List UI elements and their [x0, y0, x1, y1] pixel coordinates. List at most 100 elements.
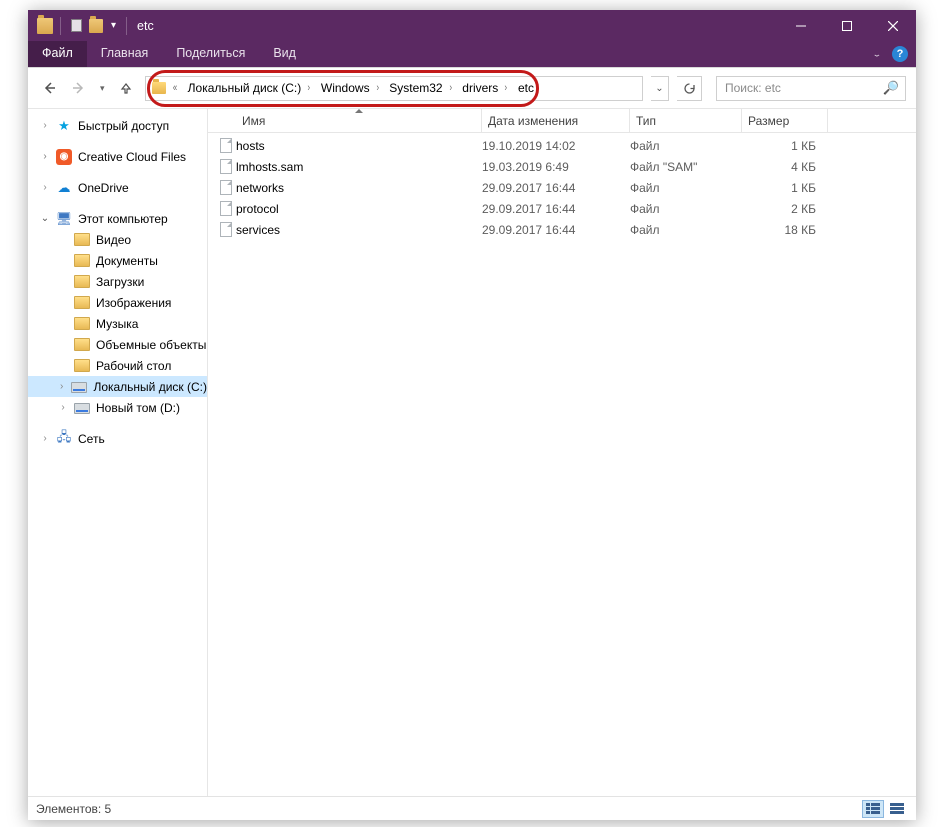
sidebar-item-label: Видео [96, 233, 131, 247]
sidebar-item-3dobjects[interactable]: Объемные объекты [28, 334, 207, 355]
sidebar-item-label: Документы [96, 254, 158, 268]
column-name[interactable]: Имя [236, 109, 482, 132]
view-largeicons-button[interactable] [886, 800, 908, 818]
help-icon[interactable]: ? [892, 46, 908, 62]
up-button[interactable] [115, 77, 137, 99]
chevron-right-icon[interactable]: › [446, 82, 454, 94]
qat-customize-icon[interactable]: ▾ [107, 20, 120, 31]
sidebar-item-label: Creative Cloud Files [78, 150, 186, 164]
breadcrumb-seg-system32[interactable]: System32 [383, 77, 444, 100]
column-label: Размер [748, 114, 789, 128]
view-details-button[interactable] [862, 800, 884, 818]
file-row[interactable]: services29.09.2017 16:44Файл18 КБ [208, 219, 916, 240]
file-rows[interactable]: hosts19.10.2019 14:02Файл1 КБlmhosts.sam… [208, 133, 916, 796]
chevron-right-icon[interactable]: › [502, 82, 510, 94]
breadcrumb-seg-c[interactable]: Локальный диск (C:) [182, 77, 304, 100]
computer-icon: 🖥 [56, 211, 72, 227]
folder-icon [74, 254, 90, 267]
expand-icon[interactable]: › [40, 151, 50, 162]
file-row[interactable]: hosts19.10.2019 14:02Файл1 КБ [208, 135, 916, 156]
file-icon [216, 222, 236, 237]
address-dropdown-icon[interactable]: ⌄ [651, 76, 669, 101]
sidebar-item-label: Новый том (D:) [96, 401, 180, 415]
tab-share[interactable]: Поделиться [162, 41, 259, 67]
qat: ▾ [28, 17, 131, 35]
sidebar-item-documents[interactable]: Документы [28, 250, 207, 271]
sidebar-item-label: Загрузки [96, 275, 144, 289]
folder-icon [74, 296, 90, 309]
sidebar-item-label: Быстрый доступ [78, 119, 169, 133]
sidebar-item-drive-c[interactable]: › Локальный диск (C:) [28, 376, 207, 397]
breadcrumb-overflow-icon[interactable]: « [170, 82, 180, 94]
collapse-ribbon-icon[interactable]: ⌄ [872, 50, 882, 58]
sidebar-item-videos[interactable]: Видео [28, 229, 207, 250]
sidebar-item-onedrive[interactable]: › ☁ OneDrive [28, 177, 207, 198]
breadcrumb-seg-drivers[interactable]: drivers [456, 77, 500, 100]
app-folder-icon[interactable] [36, 17, 54, 35]
breadcrumb-seg-windows[interactable]: Windows [315, 77, 372, 100]
sidebar-item-desktop[interactable]: Рабочий стол [28, 355, 207, 376]
sidebar-item-creativecloud[interactable]: › ◉ Creative Cloud Files [28, 146, 207, 167]
tab-file[interactable]: Файл [28, 41, 87, 67]
expand-icon[interactable]: › [40, 433, 50, 444]
qat-newfolder-icon[interactable] [87, 17, 105, 35]
sidebar-item-label: Этот компьютер [78, 212, 168, 226]
sidebar-item-thispc[interactable]: ⌄ 🖥 Этот компьютер [28, 208, 207, 229]
breadcrumb-seg-etc[interactable]: etc [512, 77, 536, 100]
folder-icon [74, 338, 90, 351]
sidebar-item-drive-d[interactable]: › Новый том (D:) [28, 397, 207, 418]
sort-ascending-icon [355, 109, 363, 113]
sidebar-item-quickaccess[interactable]: › ★ Быстрый доступ [28, 115, 207, 136]
folder-icon [74, 275, 90, 288]
file-name: lmhosts.sam [236, 160, 482, 174]
expand-icon[interactable]: › [58, 381, 65, 392]
status-bar: Элементов: 5 [28, 796, 916, 820]
qat-separator [60, 17, 61, 35]
file-type: Файл [630, 223, 742, 237]
titlebar[interactable]: ▾ etc [28, 10, 916, 41]
file-size: 1 КБ [742, 181, 828, 195]
column-size[interactable]: Размер [742, 109, 828, 132]
back-button[interactable] [38, 77, 60, 99]
address-bar-wrap: « Локальный диск (C:) › Windows › System… [145, 76, 643, 101]
file-list-pane: Имя Дата изменения Тип Размер hosts19.10… [208, 109, 916, 796]
chevron-right-icon[interactable]: › [373, 82, 381, 94]
file-name: hosts [236, 139, 482, 153]
qat-separator-2 [126, 17, 127, 35]
address-bar[interactable]: « Локальный диск (C:) › Windows › System… [145, 76, 643, 101]
folder-icon [74, 317, 90, 330]
sidebar-item-music[interactable]: Музыка [28, 313, 207, 334]
qat-properties-icon[interactable] [67, 17, 85, 35]
navigation-pane[interactable]: › ★ Быстрый доступ › ◉ Creative Cloud Fi… [28, 109, 208, 796]
file-row[interactable]: protocol29.09.2017 16:44Файл2 КБ [208, 198, 916, 219]
folder-icon [74, 359, 90, 372]
chevron-right-icon[interactable]: › [305, 82, 313, 94]
sidebar-item-label: Музыка [96, 317, 138, 331]
history-dropdown-icon[interactable]: ▾ [98, 83, 107, 94]
column-date[interactable]: Дата изменения [482, 109, 630, 132]
sidebar-item-downloads[interactable]: Загрузки [28, 271, 207, 292]
expand-icon[interactable]: › [58, 402, 68, 413]
close-button[interactable] [870, 10, 916, 41]
main-area: › ★ Быстрый доступ › ◉ Creative Cloud Fi… [28, 108, 916, 796]
drive-icon [71, 379, 87, 395]
collapse-icon[interactable]: ⌄ [40, 213, 50, 224]
maximize-button[interactable] [824, 10, 870, 41]
file-row[interactable]: networks29.09.2017 16:44Файл1 КБ [208, 177, 916, 198]
expand-icon[interactable]: › [40, 182, 50, 193]
column-headers[interactable]: Имя Дата изменения Тип Размер [208, 109, 916, 133]
sidebar-item-network[interactable]: › 🖧 Сеть [28, 428, 207, 449]
folder-icon [74, 233, 90, 246]
refresh-button[interactable] [677, 76, 702, 101]
file-row[interactable]: lmhosts.sam19.03.2019 6:49Файл "SAM"4 КБ [208, 156, 916, 177]
tab-view[interactable]: Вид [259, 41, 310, 67]
expand-icon[interactable]: › [40, 120, 50, 131]
column-type[interactable]: Тип [630, 109, 742, 132]
sidebar-item-pictures[interactable]: Изображения [28, 292, 207, 313]
search-input[interactable]: Поиск: etc 🔍 [716, 76, 906, 101]
file-date: 29.09.2017 16:44 [482, 202, 630, 216]
tab-home[interactable]: Главная [87, 41, 163, 67]
forward-button[interactable] [68, 77, 90, 99]
minimize-button[interactable] [778, 10, 824, 41]
search-icon: 🔍 [883, 80, 899, 96]
